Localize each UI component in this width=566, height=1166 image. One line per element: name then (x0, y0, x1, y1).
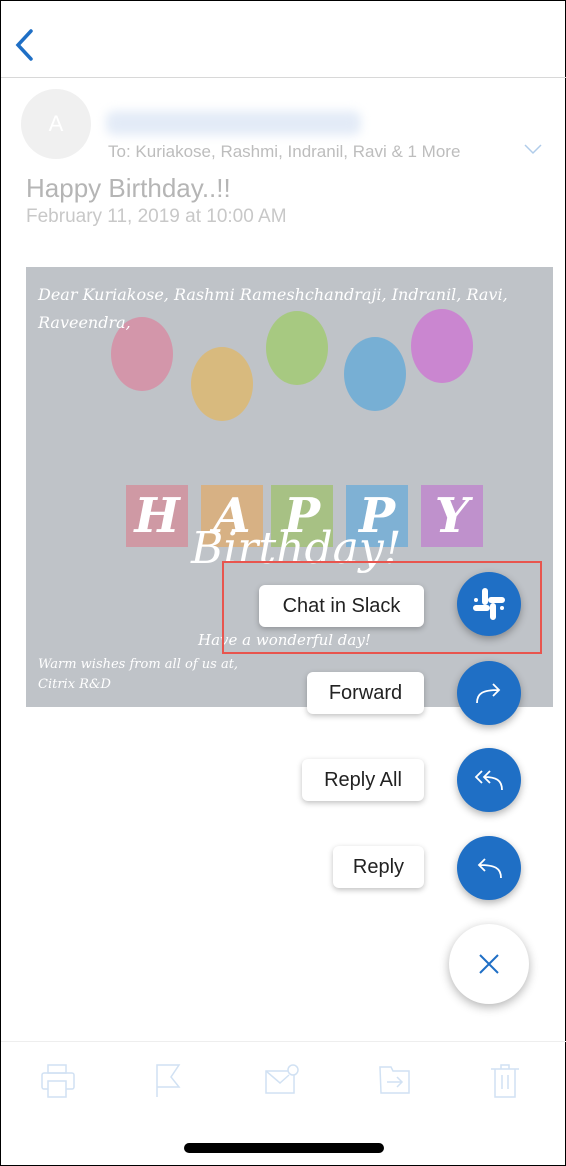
forward-button[interactable] (457, 661, 521, 725)
card-footer: Warm wishes from all of us at, (38, 657, 239, 672)
mark-unread-icon[interactable] (263, 1063, 301, 1099)
date: February 11, 2019 at 10:00 AM (26, 206, 287, 227)
reply-button[interactable] (457, 836, 521, 900)
card-footer: Citrix R&D (38, 677, 111, 692)
flag-icon[interactable] (151, 1063, 189, 1099)
chat-in-slack-label[interactable]: Chat in Slack (259, 585, 424, 627)
reply-all-label[interactable]: Reply All (302, 759, 424, 801)
slack-icon (473, 588, 505, 620)
recipients: To: Kuriakose, Rashmi, Indranil, Ravi & … (108, 142, 461, 161)
reply-label[interactable]: Reply (333, 846, 424, 888)
sender-name-redacted (106, 111, 361, 135)
birthday-card-image: Dear Kuriakose, Rashmi Rameshchandraji, … (26, 267, 553, 707)
chat-in-slack-button[interactable] (457, 572, 521, 636)
header-divider (1, 77, 566, 78)
card-birthday: Birthday! (191, 523, 402, 574)
reply-all-button[interactable] (457, 748, 521, 812)
card-letter: H (126, 485, 188, 547)
home-indicator[interactable] (184, 1143, 384, 1153)
subject: Happy Birthday..!! (26, 173, 231, 203)
balloon (191, 347, 253, 421)
reply-icon (477, 858, 502, 879)
card-wish: Have a wonderful day! (198, 631, 371, 649)
card-letter: Y (421, 485, 483, 547)
back-chevron-icon[interactable] (11, 27, 41, 63)
chevron-down-icon[interactable] (523, 141, 543, 157)
close-icon (479, 954, 499, 974)
reply-all-icon (474, 770, 503, 791)
toolbar-divider (1, 1041, 566, 1042)
sender-avatar: A (21, 89, 91, 159)
card-greeting: Dear Kuriakose, Rashmi Rameshchandraji, … (38, 285, 508, 332)
print-icon[interactable] (40, 1063, 78, 1099)
trash-icon[interactable] (489, 1063, 527, 1099)
close-menu-button[interactable] (449, 924, 529, 1004)
balloon (344, 337, 406, 411)
move-to-folder-icon[interactable] (377, 1063, 415, 1099)
forward-label[interactable]: Forward (307, 672, 424, 714)
forward-icon (476, 683, 501, 704)
